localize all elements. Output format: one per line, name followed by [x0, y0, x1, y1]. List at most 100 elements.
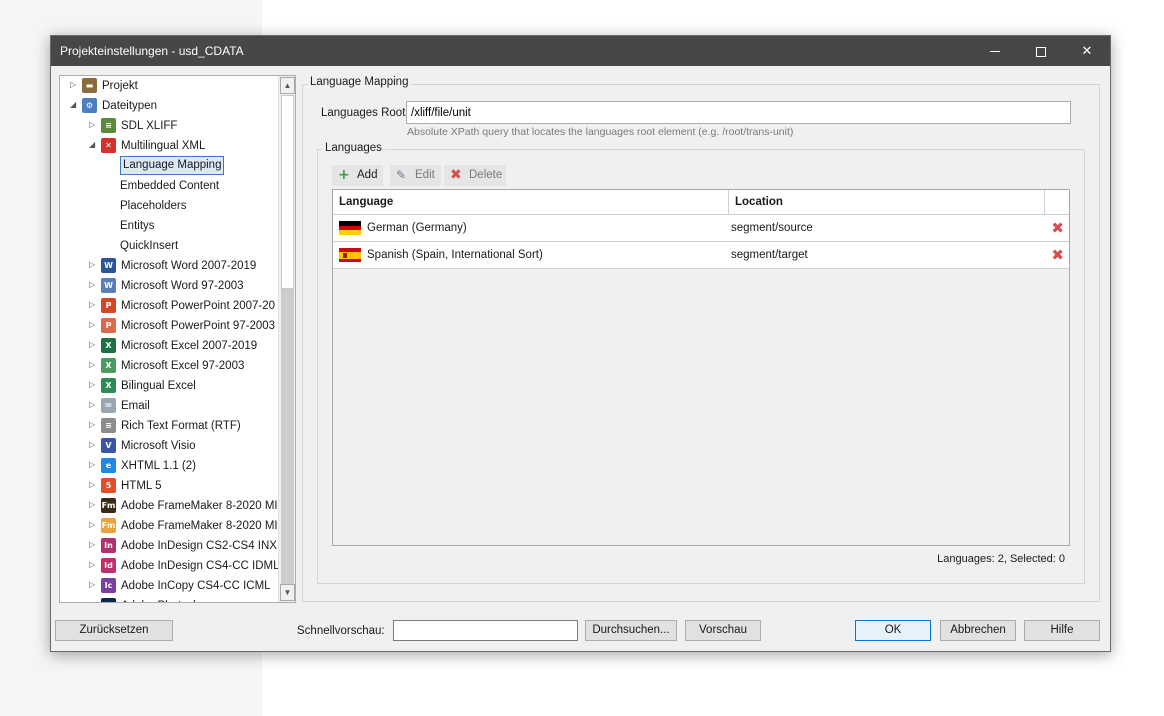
tree-item[interactable]: ▷ W Microsoft Word 2007-2019: [60, 256, 279, 276]
row-delete-icon[interactable]: ✖: [1051, 215, 1064, 241]
project-icon: ▬: [82, 78, 97, 93]
languages-title: Languages: [322, 142, 385, 154]
row-delete-icon[interactable]: ✖: [1051, 242, 1064, 268]
edit-button[interactable]: ✎ Edit: [390, 165, 441, 186]
preview-button[interactable]: Vorschau: [685, 620, 761, 641]
pencil-icon: ✎: [396, 168, 407, 182]
expand-arrow-icon[interactable]: ▷: [89, 441, 97, 449]
expand-arrow-icon[interactable]: ▷: [89, 481, 97, 489]
minimize-button[interactable]: [972, 36, 1018, 66]
tree-item[interactable]: ▷ V Microsoft Visio: [60, 436, 279, 456]
tree-item-label: Adobe InDesign CS2-CS4 INX: [121, 540, 277, 552]
tree-item[interactable]: ▷ X Microsoft Excel 97-2003: [60, 356, 279, 376]
expand-arrow-icon[interactable]: ▷: [89, 301, 97, 309]
sdl-xliff-icon: ≡: [101, 118, 116, 133]
indesign-inx-icon: In: [101, 538, 116, 553]
tree-item[interactable]: ▷ Fm Adobe FrameMaker 8-2020 MI: [60, 496, 279, 516]
expand-arrow-icon[interactable]: ▷: [89, 281, 97, 289]
reset-button[interactable]: Zurücksetzen: [55, 620, 173, 641]
scroll-track[interactable]: [281, 289, 294, 584]
browse-button[interactable]: Durchsuchen...: [585, 620, 677, 641]
tree-item[interactable]: ◢ ✕ Multilingual XML: [60, 136, 279, 156]
tree-item[interactable]: ▷ Ps Adobe Photoshop: [60, 596, 279, 603]
photoshop-icon: Ps: [101, 598, 116, 602]
collapse-arrow-icon[interactable]: ◢: [89, 141, 97, 149]
tree-item-label: Language Mapping: [120, 156, 225, 175]
expand-arrow-icon[interactable]: ▷: [89, 541, 97, 549]
tree-item[interactable]: ▷ ▬ Projekt: [60, 76, 279, 96]
tree-item[interactable]: ▷ 5 HTML 5: [60, 476, 279, 496]
tree-item-label: Microsoft Excel 2007-2019: [121, 340, 258, 352]
tree-item[interactable]: Language Mapping: [60, 156, 279, 176]
tree-item[interactable]: ▷ ≡ SDL XLIFF: [60, 116, 279, 136]
edit-label: Edit: [415, 169, 435, 181]
expand-arrow-icon[interactable]: ▷: [89, 581, 97, 589]
table-row[interactable]: German (Germany) segment/source ✖: [333, 215, 1069, 242]
column-header-location[interactable]: Location: [729, 190, 1045, 215]
row-location: segment/source: [731, 222, 813, 234]
title-bar: Projekteinstellungen - usd_CDATA ✕: [51, 36, 1110, 66]
tree-item[interactable]: ▷ ✉ Email: [60, 396, 279, 416]
languages-root-hint: Absolute XPath query that locates the la…: [407, 126, 794, 138]
delete-label: Delete: [469, 169, 503, 181]
multilingual-xml-icon: ✕: [101, 138, 116, 153]
expand-arrow-icon[interactable]: ▷: [70, 81, 78, 89]
grid-header: Language Location: [333, 190, 1069, 215]
tree-item[interactable]: ▷ ≡ Rich Text Format (RTF): [60, 416, 279, 436]
quick-preview-input[interactable]: [393, 620, 578, 641]
add-button[interactable]: + Add: [332, 165, 383, 186]
expand-arrow-icon[interactable]: ▷: [89, 121, 97, 129]
scroll-thumb[interactable]: [281, 95, 294, 289]
expand-arrow-icon[interactable]: ▷: [89, 381, 97, 389]
expand-arrow-icon[interactable]: ▷: [89, 461, 97, 469]
tree-item[interactable]: ▷ Ic Adobe InCopy CS4-CC ICML: [60, 576, 279, 596]
delete-button[interactable]: ✖ Delete: [444, 165, 506, 186]
tree-item-label: SDL XLIFF: [121, 120, 178, 132]
tree-item[interactable]: ▷ P Microsoft PowerPoint 2007-20: [60, 296, 279, 316]
collapse-arrow-icon[interactable]: ◢: [70, 101, 78, 109]
scroll-down-button[interactable]: ▼: [280, 584, 295, 601]
expand-arrow-icon[interactable]: ▷: [89, 341, 97, 349]
tree-item[interactable]: ◢ ⚙ Dateitypen: [60, 96, 279, 116]
expand-arrow-icon[interactable]: ▷: [89, 421, 97, 429]
expand-arrow-icon[interactable]: ▷: [89, 561, 97, 569]
indesign-idml-icon: Id: [101, 558, 116, 573]
expand-arrow-icon[interactable]: ▷: [89, 401, 97, 409]
framemaker-icon: Fm: [101, 498, 116, 513]
expand-arrow-icon[interactable]: ▷: [89, 261, 97, 269]
expand-arrow-icon[interactable]: ▷: [89, 361, 97, 369]
tree-item[interactable]: ▷ X Microsoft Excel 2007-2019: [60, 336, 279, 356]
languages-root-input[interactable]: [406, 101, 1071, 124]
tree-scrollbar[interactable]: ▲ ▼: [278, 76, 295, 602]
tree-item[interactable]: ▷ W Microsoft Word 97-2003: [60, 276, 279, 296]
expand-arrow-icon[interactable]: ▷: [89, 321, 97, 329]
maximize-button[interactable]: [1018, 36, 1064, 66]
scroll-up-button[interactable]: ▲: [280, 77, 295, 94]
row-language: German (Germany): [367, 222, 467, 234]
tree-item[interactable]: Placeholders: [60, 196, 279, 216]
tree-item[interactable]: ▷ X Bilingual Excel: [60, 376, 279, 396]
spanish-flag-icon: [339, 248, 361, 262]
tree-item[interactable]: ▷ P Microsoft PowerPoint 97-2003: [60, 316, 279, 336]
xhtml-icon: e: [101, 458, 116, 473]
tree-item[interactable]: ▷ In Adobe InDesign CS2-CS4 INX: [60, 536, 279, 556]
tree-list: ▷ ▬ Projekt ◢ ⚙ Dateitypen ▷ ≡ SDL XLIFF ◢ ✕ Multil…: [60, 76, 280, 603]
column-header-language[interactable]: Language: [333, 190, 729, 215]
expand-arrow-icon[interactable]: ▷: [89, 521, 97, 529]
tree-item[interactable]: ▷ Fm Adobe FrameMaker 8-2020 MI: [60, 516, 279, 536]
tree-item[interactable]: QuickInsert: [60, 236, 279, 256]
expand-arrow-icon[interactable]: ▷: [89, 501, 97, 509]
window-title: Projekteinstellungen - usd_CDATA: [60, 44, 244, 58]
close-button[interactable]: ✕: [1064, 36, 1110, 66]
help-button[interactable]: Hilfe: [1024, 620, 1100, 641]
tree-item[interactable]: Entitys: [60, 216, 279, 236]
table-row[interactable]: Spanish (Spain, International Sort) segm…: [333, 242, 1069, 269]
expand-arrow-icon[interactable]: ▷: [89, 601, 97, 603]
row-location: segment/target: [731, 249, 808, 261]
ok-button[interactable]: OK: [855, 620, 931, 641]
tree-item[interactable]: ▷ Id Adobe InDesign CS4-CC IDML: [60, 556, 280, 576]
tree-item[interactable]: Embedded Content: [60, 176, 279, 196]
tree-item[interactable]: ▷ e XHTML 1.1 (2): [60, 456, 279, 476]
html5-icon: 5: [101, 478, 116, 493]
cancel-button[interactable]: Abbrechen: [940, 620, 1016, 641]
